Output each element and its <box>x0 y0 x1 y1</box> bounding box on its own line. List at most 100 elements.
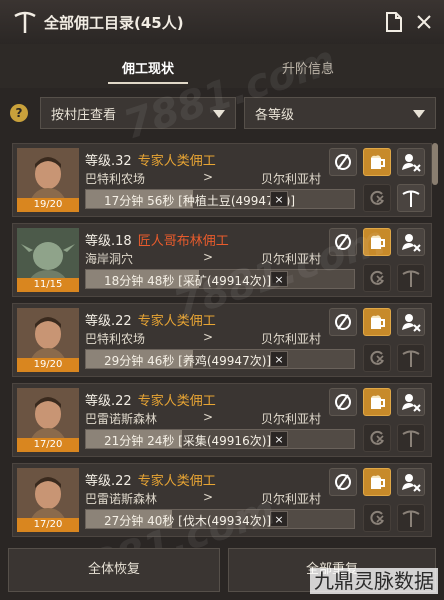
repeat-button[interactable] <box>363 424 391 452</box>
active-tab-indicator <box>108 82 188 84</box>
repeat-cancel-icon <box>370 270 384 285</box>
assign-work-button[interactable] <box>397 344 425 372</box>
worker-stamina: 17/20 <box>17 518 79 532</box>
worker-title: 等级.22 专家人类佣工 <box>85 310 216 329</box>
rename-button[interactable] <box>329 228 357 256</box>
beer-button[interactable] <box>363 308 391 336</box>
worker-card[interactable]: 19/20 等级.22 专家人类佣工 巴特利农场 > 贝尔利亚村 29分钟 46秒… <box>12 303 432 377</box>
worker-level: 等级.18 <box>85 234 132 249</box>
worker-destination: 贝尔利亚村 <box>261 172 322 186</box>
rename-button[interactable] <box>329 388 357 416</box>
beer-button[interactable] <box>363 148 391 176</box>
route-arrow: > <box>203 330 214 344</box>
remove-user-icon <box>402 314 421 332</box>
help-icon[interactable]: ? <box>10 104 28 122</box>
worker-card[interactable]: 17/20 等级.22 专家人类佣工 巴雷诺斯森林 > 贝尔利亚村 27分钟 40… <box>12 463 432 537</box>
worker-origin: 巴雷诺斯森林 <box>85 412 158 426</box>
no-symbol-icon <box>335 394 351 410</box>
worker-portrait: 17/20 <box>17 388 79 452</box>
worker-portrait: 11/15 <box>17 228 79 292</box>
repeat-cancel-icon <box>370 190 384 205</box>
worker-role: 专家人类佣工 <box>137 154 216 169</box>
cancel-task-button[interactable]: × <box>270 351 288 367</box>
worker-destination: 贝尔利亚村 <box>261 492 322 506</box>
worker-portrait: 17/20 <box>17 468 79 532</box>
dismiss-worker-button[interactable] <box>397 308 425 336</box>
repeat-cancel-icon <box>370 350 384 365</box>
beer-mug-icon <box>371 235 385 249</box>
cancel-task-button[interactable]: × <box>270 271 288 287</box>
worker-title: 等级.22 专家人类佣工 <box>85 390 216 409</box>
worker-origin: 巴特利农场 <box>85 332 146 346</box>
remove-user-icon <box>402 154 421 172</box>
remove-user-icon <box>402 474 421 492</box>
worker-level: 等级.22 <box>85 474 132 489</box>
rename-button[interactable] <box>329 308 357 336</box>
title-bar: 全部佣工目录(45人) <box>0 0 444 45</box>
scroll-thumb[interactable] <box>432 143 438 185</box>
beer-button[interactable] <box>363 228 391 256</box>
rename-button[interactable] <box>329 468 357 496</box>
task-text: 29分钟 46秒 [养鸡(49947次)] <box>104 354 272 368</box>
dismiss-worker-button[interactable] <box>397 468 425 496</box>
worker-title: 等级.22 专家人类佣工 <box>85 470 216 489</box>
pickaxe-icon <box>402 430 420 447</box>
worker-route: 巴雷诺斯森林 > 贝尔利亚村 <box>85 490 335 507</box>
worker-origin: 海岸洞穴 <box>85 252 134 266</box>
worker-card[interactable]: 19/20 等级.32 专家人类佣工 巴特利农场 > 贝尔利亚村 17分钟 56秒… <box>12 143 432 217</box>
repeat-button[interactable] <box>363 344 391 372</box>
worker-level: 等级.22 <box>85 394 132 409</box>
dismiss-worker-button[interactable] <box>397 148 425 176</box>
worker-route: 巴特利农场 > 贝尔利亚村 <box>85 170 335 187</box>
pickaxe-icon <box>402 510 420 527</box>
village-select[interactable]: 按村庄查看 <box>40 97 236 129</box>
cancel-task-button[interactable]: × <box>270 511 288 527</box>
pickaxe-icon <box>10 7 40 37</box>
worker-portrait: 19/20 <box>17 148 79 212</box>
rename-button[interactable] <box>329 148 357 176</box>
assign-work-button[interactable] <box>397 264 425 292</box>
level-select[interactable]: 各等级 <box>244 97 436 129</box>
list-scrollbar[interactable] <box>432 143 438 525</box>
route-arrow: > <box>203 490 214 504</box>
watermark-label: 九鼎灵脉数据 <box>310 568 438 594</box>
tab-upgrade-info[interactable]: 升阶信息 <box>248 58 368 77</box>
worker-destination: 贝尔利亚村 <box>261 412 322 426</box>
tab-bar: 佣工现状 升阶信息 <box>0 44 444 88</box>
remove-user-icon <box>402 234 421 252</box>
cancel-task-button[interactable]: × <box>270 431 288 447</box>
repeat-button[interactable] <box>363 184 391 212</box>
dismiss-worker-button[interactable] <box>397 388 425 416</box>
worker-stamina: 19/20 <box>17 198 79 212</box>
pickaxe-icon <box>402 190 420 207</box>
task-text: 27分钟 40秒 [伐木(49934次)] <box>104 514 272 528</box>
assign-work-button[interactable] <box>397 424 425 452</box>
document-icon[interactable] <box>382 10 406 34</box>
beer-button[interactable] <box>363 468 391 496</box>
cancel-task-button[interactable]: × <box>270 191 288 207</box>
worker-card[interactable]: 11/15 等级.18 匠人哥布林佣工 海岸洞穴 > 贝尔利亚村 18分钟 48秒… <box>12 223 432 297</box>
worker-title: 等级.18 匠人哥布林佣工 <box>85 230 229 249</box>
tab-worker-status[interactable]: 佣工现状 <box>88 58 208 77</box>
assign-work-button[interactable] <box>397 184 425 212</box>
worker-card[interactable]: 17/20 等级.22 专家人类佣工 巴雷诺斯森林 > 贝尔利亚村 21分钟 24… <box>12 383 432 457</box>
route-arrow: > <box>203 170 214 184</box>
restore-all-button[interactable]: 全体恢复 <box>8 548 220 592</box>
worker-route: 海岸洞穴 > 贝尔利亚村 <box>85 250 335 267</box>
dismiss-worker-button[interactable] <box>397 228 425 256</box>
beer-button[interactable] <box>363 388 391 416</box>
task-text: 21分钟 24秒 [采集(49916次)] <box>104 434 272 448</box>
task-progress: 21分钟 24秒 [采集(49916次)] <box>85 429 355 449</box>
close-icon[interactable] <box>412 10 436 34</box>
assign-work-button[interactable] <box>397 504 425 532</box>
worker-role: 专家人类佣工 <box>137 474 216 489</box>
worker-role: 专家人类佣工 <box>137 394 216 409</box>
no-symbol-icon <box>335 474 351 490</box>
worker-stamina: 11/15 <box>17 278 79 292</box>
worker-portrait: 19/20 <box>17 308 79 372</box>
task-progress: 27分钟 40秒 [伐木(49934次)] <box>85 509 355 529</box>
beer-mug-icon <box>371 155 385 169</box>
repeat-button[interactable] <box>363 504 391 532</box>
worker-origin: 巴特利农场 <box>85 172 146 186</box>
repeat-button[interactable] <box>363 264 391 292</box>
